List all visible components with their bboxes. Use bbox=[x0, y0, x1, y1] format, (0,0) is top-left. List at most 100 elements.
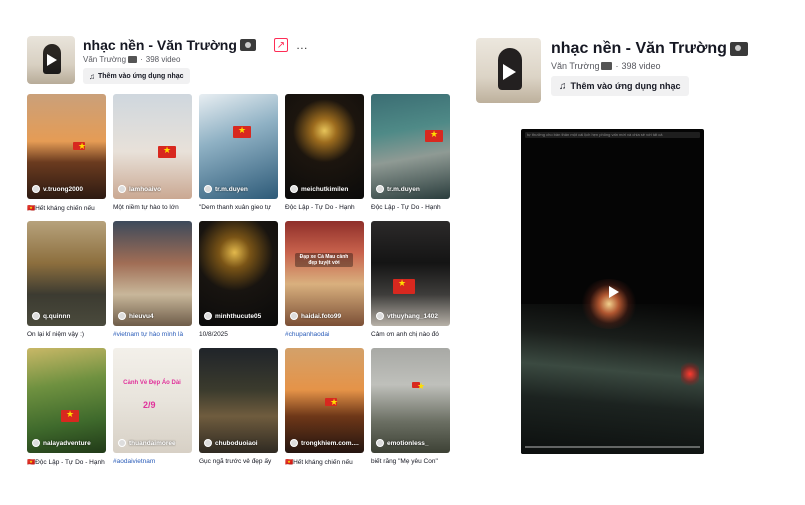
video-thumbnail[interactable]: nalayadventure bbox=[27, 348, 106, 453]
video-caption: 🇻🇳Hết kháng chiến nếu bbox=[27, 205, 95, 212]
video-username: hieuvu4 bbox=[129, 312, 154, 320]
add-to-music-app-button[interactable]: ♫ Thêm vào ứng dụng nhạc bbox=[83, 68, 190, 84]
video-username: minhthucute05 bbox=[215, 312, 262, 320]
detail-title: nhạc nền - Văn Trường bbox=[551, 40, 727, 57]
avatar bbox=[118, 185, 126, 193]
video-progress-bar[interactable] bbox=[525, 446, 700, 448]
video-count: 398 video bbox=[145, 55, 181, 64]
video-card[interactable]: lamhoaivo Một niềm tự hào to lớn bbox=[113, 94, 192, 221]
overlay-text: Cảnh Vẻ Đẹp Áo Dài bbox=[123, 380, 181, 386]
video-card[interactable]: tr.m.duyen "Dem thanh xuân gieo tự bbox=[199, 94, 278, 221]
video-username: tr.m.duyen bbox=[215, 185, 248, 193]
play-icon[interactable] bbox=[609, 286, 619, 298]
more-options-icon[interactable]: … bbox=[296, 38, 309, 52]
video-thumbnail[interactable]: hieuvu4 bbox=[113, 221, 192, 326]
video-player[interactable]: tự thưởng cho bản thân một cái lịch hẹn … bbox=[521, 129, 704, 454]
video-thumbnail[interactable]: trongkhiem.com.... bbox=[285, 348, 364, 453]
add-to-music-app-label: Thêm vào ứng dụng nhạc bbox=[98, 72, 184, 80]
video-thumbnail[interactable]: meichutkimilen bbox=[285, 94, 364, 199]
video-card[interactable]: minhthucute05 10/8/2025 bbox=[199, 221, 278, 348]
avatar bbox=[290, 439, 298, 447]
video-card[interactable]: hieuvu4 #vietnam tự hào mình là bbox=[113, 221, 192, 348]
video-card[interactable]: chuboduoiaoi Gục ngã trước vẻ đẹp ấy bbox=[199, 348, 278, 475]
avatar bbox=[290, 185, 298, 193]
vietnam-flag-icon bbox=[61, 409, 79, 422]
video-caption: Một niềm tự hào to lớn bbox=[113, 204, 179, 211]
video-caption: Gục ngã trước vẻ đẹp ấy bbox=[199, 458, 272, 465]
playlist-author[interactable]: Văn Trường bbox=[83, 55, 126, 64]
detail-video-count: 398 video bbox=[621, 61, 661, 71]
video-caption: 🇻🇳Hết kháng chiến nếu bbox=[285, 459, 353, 466]
video-username: v.truong2000 bbox=[43, 185, 83, 193]
playlist-info: nhạc nền - Văn Trường ↗ … Văn Trường · 3… bbox=[83, 36, 451, 84]
video-username: haidai.foto99 bbox=[301, 312, 342, 320]
video-thumbnail[interactable]: Cảnh Vẻ Đẹp Áo Dài 2/9 thuandaimoree bbox=[113, 348, 192, 453]
camera-emoji-icon bbox=[128, 56, 138, 63]
play-icon bbox=[503, 64, 516, 80]
video-card[interactable]: emotionless_ biết rằng "Mẹ yêu Con" bbox=[371, 348, 450, 475]
video-caption: Cảm ơn anh chị nào đó bbox=[371, 331, 439, 338]
video-username: chuboduoiaoi bbox=[215, 439, 258, 447]
video-thumbnail[interactable]: tr.m.duyen bbox=[371, 94, 450, 199]
video-card[interactable]: meichutkimilen Độc Lập - Tự Do - Hạnh bbox=[285, 94, 364, 221]
video-username: meichutkimilen bbox=[301, 185, 349, 193]
video-thumbnail[interactable]: emotionless_ bbox=[371, 348, 450, 453]
music-list-icon: ♫ bbox=[559, 80, 567, 92]
video-thumbnail[interactable]: tr.m.duyen bbox=[199, 94, 278, 199]
avatar bbox=[32, 185, 40, 193]
camera-emoji-icon bbox=[239, 39, 256, 51]
video-card[interactable]: trongkhiem.com.... 🇻🇳Hết kháng chiến nếu bbox=[285, 348, 364, 475]
share-icon[interactable]: ↗ bbox=[273, 38, 288, 52]
video-caption: "Dem thanh xuân gieo tự bbox=[199, 204, 272, 211]
video-caption: 10/8/2025 bbox=[199, 331, 228, 338]
video-caption: #vietnam tự hào mình là bbox=[113, 331, 184, 338]
avatar bbox=[118, 312, 126, 320]
video-thumbnail[interactable]: chuboduoiaoi bbox=[199, 348, 278, 453]
video-caption: #chupanhaodai bbox=[285, 331, 330, 338]
vietnam-flag-icon bbox=[158, 145, 176, 158]
playlist-title: nhạc nền - Văn Trường bbox=[83, 37, 237, 53]
video-card[interactable]: vthuyhang_1402 Cảm ơn anh chị nào đó bbox=[371, 221, 450, 348]
avatar bbox=[290, 312, 298, 320]
vietnam-flag-icon bbox=[412, 381, 425, 392]
overlay-text: Đạp xe Cà Mau cảnh đẹp tuyệt vời bbox=[295, 253, 353, 267]
detail-header: nhạc nền - Văn Trường Văn Trường · 398 v… bbox=[476, 38, 796, 103]
video-thumbnail[interactable]: minhthucute05 bbox=[199, 221, 278, 326]
video-username: nalayadventure bbox=[43, 439, 91, 447]
video-card[interactable]: Cảnh Vẻ Đẹp Áo Dài 2/9 thuandaimoree #ao… bbox=[113, 348, 192, 475]
video-thumbnail[interactable]: Đạp xe Cà Mau cảnh đẹp tuyệt vời haidai.… bbox=[285, 221, 364, 326]
detail-panel: nhạc nền - Văn Trường Văn Trường · 398 v… bbox=[476, 38, 796, 498]
detail-cover[interactable] bbox=[476, 38, 541, 103]
add-to-music-app-button[interactable]: ♫ Thêm vào ứng dụng nhạc bbox=[551, 76, 689, 96]
video-caption: #aodaivietnam bbox=[113, 458, 156, 465]
separator-dot: · bbox=[140, 55, 143, 64]
playlist-cover[interactable] bbox=[27, 36, 75, 84]
video-thumbnail[interactable]: lamhoaivo bbox=[113, 94, 192, 199]
video-card[interactable]: v.truong2000 🇻🇳Hết kháng chiến nếu bbox=[27, 94, 106, 221]
video-username: tr.m.duyen bbox=[387, 185, 420, 193]
video-thumbnail[interactable]: v.truong2000 bbox=[27, 94, 106, 199]
video-caption: 🇻🇳Độc Lập - Tự Do - Hạnh bbox=[27, 459, 105, 466]
avatar bbox=[32, 439, 40, 447]
video-thumbnail[interactable]: vthuyhang_1402 bbox=[371, 221, 450, 326]
vietnam-flag-icon bbox=[325, 397, 338, 408]
avatar bbox=[376, 439, 384, 447]
video-username: q.quinnn bbox=[43, 312, 71, 320]
add-to-music-app-label: Thêm vào ứng dụng nhạc bbox=[570, 81, 681, 91]
avatar bbox=[376, 185, 384, 193]
avatar bbox=[118, 439, 126, 447]
separator-dot: · bbox=[615, 61, 619, 71]
avatar bbox=[376, 312, 384, 320]
video-thumbnail[interactable]: q.quinnn bbox=[27, 221, 106, 326]
avatar bbox=[204, 185, 212, 193]
video-card[interactable]: nalayadventure 🇻🇳Độc Lập - Tự Do - Hạnh bbox=[27, 348, 106, 475]
detail-author[interactable]: Văn Trường bbox=[551, 61, 599, 71]
avatar bbox=[204, 439, 212, 447]
vietnam-flag-icon bbox=[393, 278, 415, 294]
video-card[interactable]: Đạp xe Cà Mau cảnh đẹp tuyệt vời haidai.… bbox=[285, 221, 364, 348]
vietnam-flag-icon bbox=[73, 141, 86, 152]
video-card[interactable]: q.quinnn Ôn lại kỉ niệm vậy :) bbox=[27, 221, 106, 348]
avatar bbox=[32, 312, 40, 320]
video-card[interactable]: tr.m.duyen Độc Lập - Tự Do - Hạnh bbox=[371, 94, 450, 221]
video-grid: v.truong2000 🇻🇳Hết kháng chiến nếu lamho… bbox=[27, 94, 450, 475]
